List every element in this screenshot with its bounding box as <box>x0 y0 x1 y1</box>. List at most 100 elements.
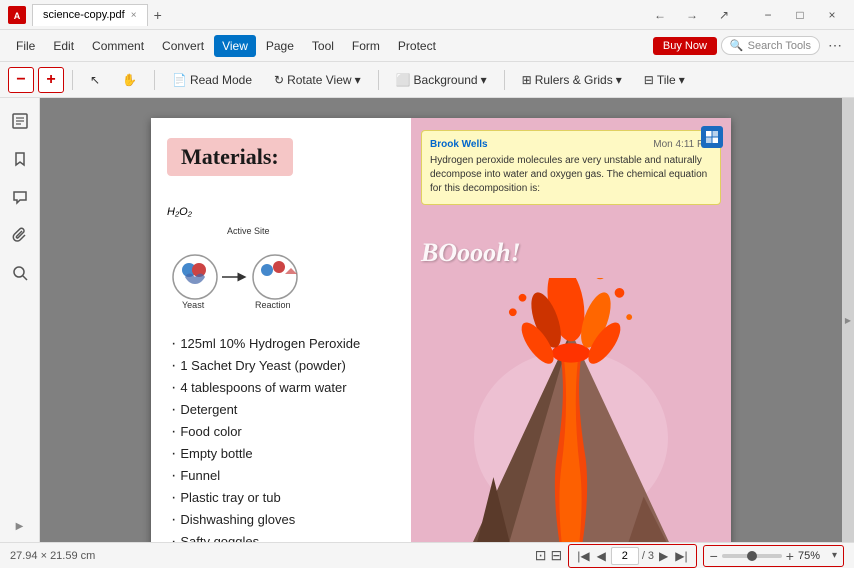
material-item-1: 125ml 10% Hydrogen Peroxide <box>167 335 395 353</box>
select-tool-button[interactable]: ↖ <box>81 67 109 93</box>
volcano-image: 4400°c <box>411 278 731 542</box>
background-icon: ⬜ <box>396 73 411 87</box>
read-mode-button[interactable]: 📄 Read Mode <box>163 67 261 93</box>
prev-page-button[interactable]: ◀ <box>595 549 608 563</box>
status-bar-right: ⊡ ⊟ |◀ ◀ / 3 ▶ ▶| − + 75% ▾ <box>535 544 844 568</box>
rotate-view-button[interactable]: ↻ Rotate View ▾ <box>265 67 370 93</box>
material-item-7: Funnel <box>167 467 395 485</box>
materials-title: Materials: <box>167 138 293 176</box>
menu-extra-icon[interactable]: ⋯ <box>824 35 846 56</box>
total-pages: 3 <box>648 550 654 562</box>
app-icon: A <box>8 6 26 24</box>
first-page-button[interactable]: |◀ <box>575 549 591 563</box>
title-bar-left: A science-copy.pdf × + <box>8 4 162 26</box>
rotate-dropdown-icon: ▾ <box>355 73 361 87</box>
status-bar: 27.94 × 21.59 cm ⊡ ⊟ |◀ ◀ / 3 ▶ ▶| − + 7… <box>0 542 854 568</box>
enzyme-diagram: Active Site <box>167 222 327 312</box>
zoom-slider[interactable] <box>722 554 782 558</box>
rotate-icon: ↻ <box>274 73 284 87</box>
menu-tool[interactable]: Tool <box>304 35 342 57</box>
material-item-5: Food color <box>167 423 395 441</box>
pdf-tab[interactable]: science-copy.pdf × <box>32 4 148 26</box>
maximize-button[interactable]: □ <box>786 5 814 25</box>
pdf-left-content: Materials: H₂O₂ Active Site <box>151 118 411 542</box>
rulers-icon: ⊞ <box>522 73 532 87</box>
tile-button[interactable]: ⊟ Tile ▾ <box>635 67 694 93</box>
page-number-input[interactable] <box>611 547 639 565</box>
sidebar-bookmark-icon[interactable] <box>5 144 35 174</box>
menu-view[interactable]: View <box>214 35 256 57</box>
tile-icon: ⊟ <box>644 73 654 87</box>
sidebar-attachment-icon[interactable] <box>5 220 35 250</box>
menu-edit[interactable]: Edit <box>45 35 82 57</box>
menu-bar: File Edit Comment Convert View Page Tool… <box>0 30 854 62</box>
fit-width-icon[interactable]: ⊡ <box>535 547 547 564</box>
annotation-author: Brook Wells <box>430 139 488 150</box>
sidebar-search-icon[interactable] <box>5 258 35 288</box>
menu-page[interactable]: Page <box>258 35 302 57</box>
close-button[interactable]: × <box>818 5 846 25</box>
menu-file[interactable]: File <box>8 35 43 57</box>
svg-text:Reaction: Reaction <box>255 300 291 310</box>
right-sidebar-handle[interactable]: ▶ <box>842 98 854 542</box>
menu-right: Buy Now 🔍 Search Tools ⋯ <box>653 35 846 56</box>
rulers-grids-button[interactable]: ⊞ Rulers & Grids ▾ <box>513 67 631 93</box>
zoom-controls: − + 75% ▾ <box>703 545 844 567</box>
menu-form[interactable]: Form <box>344 35 388 57</box>
material-item-9: Dishwashing gloves <box>167 511 395 529</box>
sidebar-pages-icon[interactable] <box>5 106 35 136</box>
hand-tool-button[interactable]: ✋ <box>113 67 146 93</box>
zoom-in-button[interactable]: + <box>786 548 794 564</box>
tab-filename: science-copy.pdf <box>43 9 125 21</box>
material-item-6: Empty bottle <box>167 445 395 463</box>
menu-comment[interactable]: Comment <box>84 35 152 57</box>
tab-close-icon[interactable]: × <box>131 10 137 21</box>
microsoft-icon[interactable] <box>701 126 723 148</box>
external-link-button[interactable]: ↗ <box>710 5 738 25</box>
sidebar-comment-icon[interactable] <box>5 182 35 212</box>
zoom-out-button[interactable]: − <box>710 548 718 564</box>
background-button[interactable]: ⬜ Background ▾ <box>387 67 496 93</box>
search-tools-box[interactable]: 🔍 Search Tools <box>721 36 820 55</box>
svg-text:Yeast: Yeast <box>182 300 205 310</box>
zoom-percent: 75% <box>798 550 828 562</box>
zoom-plus-button[interactable]: + <box>38 67 64 93</box>
menu-protect[interactable]: Protect <box>390 35 444 57</box>
toolbar-separator-2 <box>154 70 155 90</box>
material-item-8: Plastic tray or tub <box>167 489 395 507</box>
search-tools-label: Search Tools <box>748 40 811 52</box>
title-bar: A science-copy.pdf × + ← → ↗ − □ × <box>0 0 854 30</box>
last-page-button[interactable]: ▶| <box>673 549 689 563</box>
zoom-thumb[interactable] <box>747 551 757 561</box>
toolbar: − + ↖ ✋ 📄 Read Mode ↻ Rotate View ▾ ⬜ Ba… <box>0 62 854 98</box>
materials-list: 125ml 10% Hydrogen Peroxide 1 Sachet Dry… <box>167 335 395 542</box>
menu-convert[interactable]: Convert <box>154 35 212 57</box>
diagram-area: H₂O₂ Active Site <box>167 198 395 325</box>
zoom-minus-button[interactable]: − <box>8 67 34 93</box>
rulers-dropdown-icon: ▾ <box>616 73 622 87</box>
toolbar-separator-1 <box>72 70 73 90</box>
sidebar-expand-button[interactable]: ▶ <box>12 518 28 534</box>
zoom-dropdown-icon[interactable]: ▾ <box>832 550 837 561</box>
pdf-right-content: Brook Wells Mon 4:11 PM Hydrogen peroxid… <box>411 118 731 542</box>
boooh-text: BOoooh! <box>421 238 521 268</box>
fit-page-icon[interactable]: ⊟ <box>550 547 562 564</box>
nav-forward-button[interactable]: → <box>678 5 706 25</box>
rotate-label: Rotate View <box>287 73 351 87</box>
main-content: ▶ Materials: H₂O₂ Active Site <box>0 98 854 542</box>
minimize-button[interactable]: − <box>754 5 782 25</box>
page-separator: / <box>642 550 645 562</box>
pdf-area[interactable]: Materials: H₂O₂ Active Site <box>40 98 842 542</box>
background-dropdown-icon: ▾ <box>481 73 487 87</box>
next-page-button[interactable]: ▶ <box>657 549 670 563</box>
material-item-2: 1 Sachet Dry Yeast (powder) <box>167 357 395 375</box>
annotation-box[interactable]: Brook Wells Mon 4:11 PM Hydrogen peroxid… <box>421 130 721 205</box>
pdf-page: Materials: H₂O₂ Active Site <box>151 118 731 542</box>
svg-text:Active Site: Active Site <box>227 226 270 236</box>
read-mode-label: Read Mode <box>190 73 252 87</box>
annotation-text: Hydrogen peroxide molecules are very uns… <box>430 154 712 196</box>
nav-back-button[interactable]: ← <box>646 5 674 25</box>
toolbar-separator-4 <box>504 70 505 90</box>
buy-now-button[interactable]: Buy Now <box>653 37 717 55</box>
new-tab-button[interactable]: + <box>154 7 162 23</box>
